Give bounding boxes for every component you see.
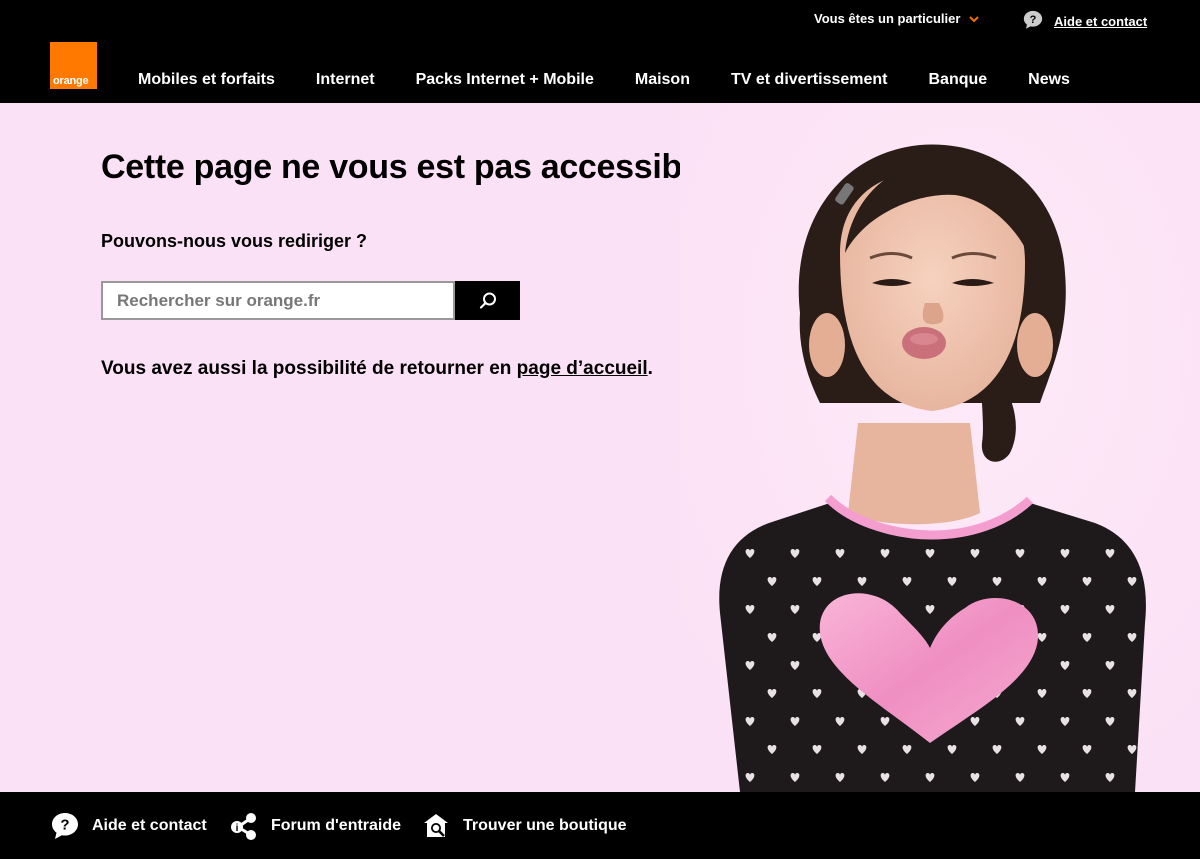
logo-text: orange: [53, 75, 89, 87]
home-page-link[interactable]: page d’accueil: [517, 358, 648, 379]
chevron-down-icon: [969, 15, 980, 22]
footer-store-label: Trouver une boutique: [463, 817, 627, 834]
question-bubble-icon: ?: [52, 813, 78, 839]
footer-forum[interactable]: i Forum d'entraide: [229, 811, 401, 841]
help-contact-link-group[interactable]: ? Aide et contact: [1022, 9, 1147, 31]
svg-text:?: ?: [1030, 14, 1037, 26]
nav-item-tv[interactable]: TV et divertissement: [731, 71, 888, 89]
nav-item-mobiles-forfaits[interactable]: Mobiles et forfaits: [138, 71, 275, 89]
svg-text:?: ?: [60, 817, 69, 834]
orange-logo[interactable]: orange: [50, 42, 97, 89]
error-content: Cette page ne vous est pas accessible. P…: [0, 103, 1200, 792]
footer-help-contact[interactable]: ? Aide et contact: [50, 811, 207, 841]
search-input[interactable]: [101, 281, 455, 320]
nav-item-internet[interactable]: Internet: [316, 71, 375, 89]
share-nodes-icon: i: [231, 813, 256, 840]
footer-help-label: Aide et contact: [92, 817, 207, 834]
redirect-prompt: Pouvons-nous vous rediriger ?: [101, 231, 368, 251]
question-bubble-icon: ?: [1023, 10, 1043, 29]
footer-forum-label: Forum d'entraide: [271, 817, 402, 834]
nav-item-news[interactable]: News: [1028, 71, 1070, 89]
nav-item-banque[interactable]: Banque: [928, 71, 987, 89]
search-button[interactable]: [455, 281, 520, 320]
site-header: Vous êtes un particulier ? Aide et conta…: [0, 0, 1200, 103]
svg-text:i: i: [236, 823, 239, 834]
customer-type-selector[interactable]: Vous êtes un particulier: [814, 11, 980, 26]
page-title: Cette page ne vous est pas accessible.: [101, 148, 719, 186]
footer-store-locator[interactable]: Trouver une boutique: [421, 811, 627, 841]
search-icon: [479, 292, 496, 309]
nav-item-packs[interactable]: Packs Internet + Mobile: [416, 71, 594, 89]
search-form: [101, 281, 520, 320]
return-text-before: Vous avez aussi la possibilité de retour…: [101, 358, 517, 379]
nav-item-maison[interactable]: Maison: [635, 71, 690, 89]
main-nav: Mobiles et forfaits Internet Packs Inter…: [138, 71, 1111, 89]
site-footer: ? Aide et contact i Forum d'entraide Tro…: [0, 792, 1200, 859]
child-photo: [680, 103, 1200, 792]
return-home-text: Vous avez aussi la possibilité de retour…: [101, 358, 653, 380]
customer-type-label: Vous êtes un particulier: [814, 11, 961, 26]
return-text-after: .: [647, 358, 653, 379]
help-contact-link[interactable]: Aide et contact: [1054, 14, 1147, 29]
store-locator-icon: [424, 814, 448, 837]
